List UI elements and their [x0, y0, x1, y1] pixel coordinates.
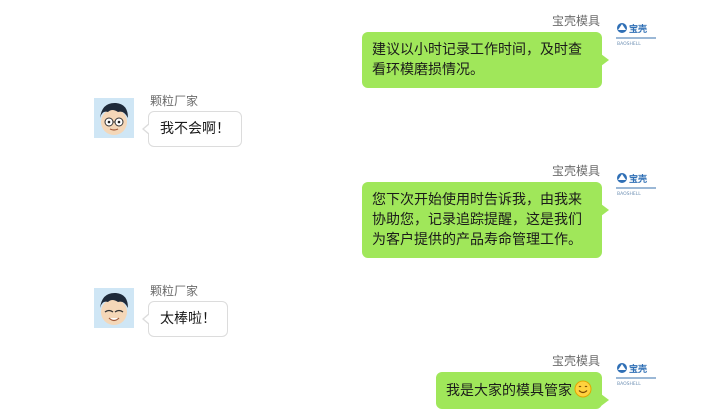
- message-bubble-incoming[interactable]: 太棒啦！: [142, 301, 228, 337]
- sender-name: 宝壳模具: [551, 354, 600, 368]
- svg-text:BAOSHELL: BAOSHELL: [617, 41, 641, 47]
- svg-text:宝壳: 宝壳: [629, 173, 647, 185]
- sender-name: 颗粒厂家: [150, 94, 199, 108]
- svg-text:宝壳: 宝壳: [629, 23, 647, 35]
- smile-emoji-icon: [574, 380, 592, 398]
- svg-text:BAOSHELL: BAOSHELL: [617, 381, 641, 387]
- message-text: 我是大家的模具管家: [446, 383, 572, 399]
- company-logo-icon: 宝壳 BAOSHELL: [616, 23, 656, 47]
- svg-text:BAOSHELL: BAOSHELL: [617, 191, 641, 197]
- message-bubble-outgoing[interactable]: 您下次开始使用时告诉我，由我来协助您，记录追踪提醒，这是我们为客户提供的产品寿命…: [362, 182, 609, 258]
- sender-name: 颗粒厂家: [150, 284, 199, 298]
- svg-text:宝壳: 宝壳: [629, 363, 647, 375]
- message-bubble-incoming[interactable]: 我不会啊！: [142, 111, 242, 147]
- company-logo-icon: 宝壳 BAOSHELL: [616, 173, 656, 197]
- sender-name: 宝壳模具: [551, 164, 600, 178]
- user-avatar[interactable]: [94, 288, 134, 328]
- message-bubble-outgoing[interactable]: 建议以小时记录工作时间，及时查看环模磨损情况。: [362, 32, 609, 88]
- chat-conversation: 宝壳模具 建议以小时记录工作时间，及时查看环模磨损情况。 宝壳 BAOSHELL…: [0, 0, 714, 417]
- user-avatar[interactable]: [94, 98, 134, 138]
- sender-name: 宝壳模具: [551, 14, 600, 28]
- message-bubble-outgoing[interactable]: 我是大家的模具管家: [436, 372, 609, 409]
- company-logo-icon: 宝壳 BAOSHELL: [616, 363, 656, 387]
